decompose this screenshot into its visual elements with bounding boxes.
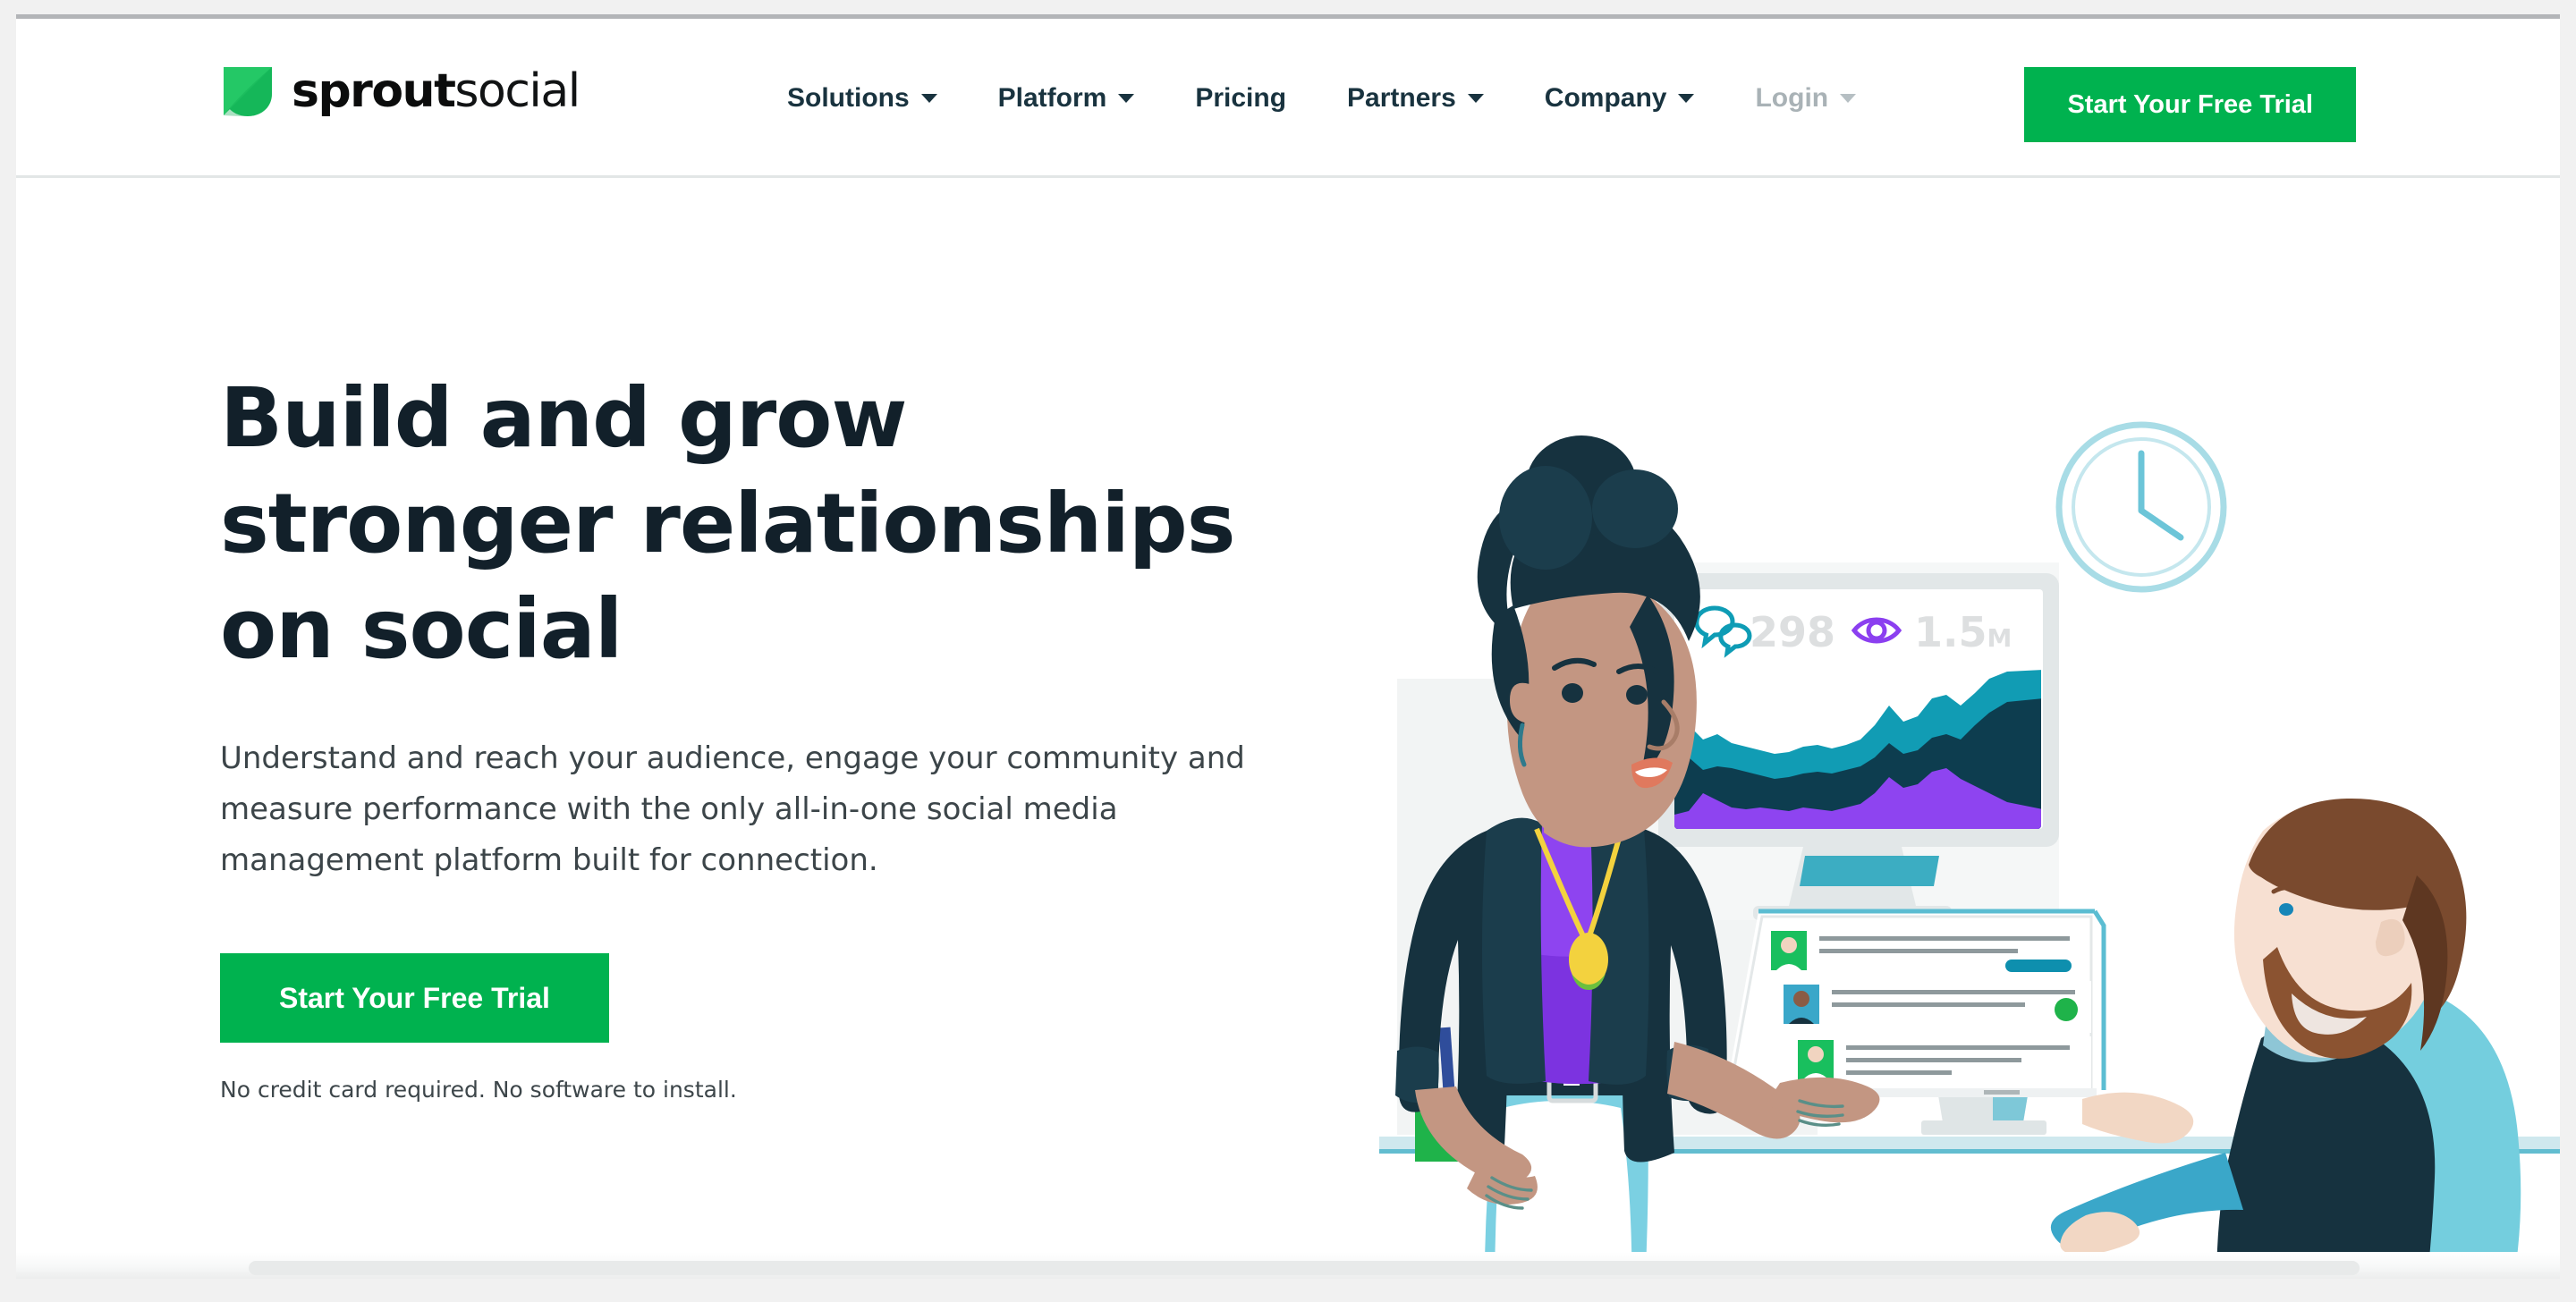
scrollbar-thumb[interactable] xyxy=(249,1261,2360,1275)
nav-item-company[interactable]: Company xyxy=(1514,83,1725,114)
hero-start-free-trial-button[interactable]: Start Your Free Trial xyxy=(220,952,609,1043)
hero-copy: Build and grow stronger relationships on… xyxy=(220,366,1293,1103)
chevron-down-icon xyxy=(1118,94,1135,103)
horizontal-scrollbar[interactable] xyxy=(16,1252,2560,1279)
hero-title-line-3: on social xyxy=(220,580,623,677)
brand-word-light: social xyxy=(454,64,580,118)
wall-clock-icon xyxy=(2055,421,2227,593)
nav-item-solutions[interactable]: Solutions xyxy=(757,83,968,114)
team-analytics-workspace-illustration: 298 1.5M xyxy=(1379,410,2560,1279)
nav-item-label: Solutions xyxy=(787,83,910,113)
hero-disclaimer: No credit card required. No software to … xyxy=(220,1076,737,1103)
brand-logo[interactable]: sproutsocial xyxy=(220,63,580,119)
chevron-down-icon xyxy=(1840,94,1857,103)
primary-nav: Solutions Platform Pricing Partners Comp… xyxy=(757,19,1886,178)
sprout-leaf-icon xyxy=(220,63,275,119)
nav-item-login[interactable]: Login xyxy=(1724,83,1886,114)
hero-title-line-1: Build and grow xyxy=(220,370,907,466)
site-header: sproutsocial Solutions Platform Pricing … xyxy=(16,19,2560,178)
chevron-down-icon xyxy=(1467,94,1484,103)
header-start-free-trial-button[interactable]: Start Your Free Trial xyxy=(2024,67,2356,142)
nav-item-partners[interactable]: Partners xyxy=(1317,83,1514,114)
browser-viewport: sproutsocial Solutions Platform Pricing … xyxy=(16,14,2560,1279)
metric-value-comments: 298 xyxy=(1750,608,1835,656)
nav-item-label: Platform xyxy=(997,83,1107,113)
hero-subtitle: Understand and reach your audience, enga… xyxy=(220,740,1245,879)
laptop-icon xyxy=(1726,909,2106,1097)
nav-item-label: Login xyxy=(1755,83,1829,113)
brand-word-bold: sprout xyxy=(292,64,456,118)
chevron-down-icon xyxy=(1678,94,1695,103)
page-title: Build and grow stronger relationships on… xyxy=(220,366,1293,681)
hero-title-line-2: stronger relationships xyxy=(220,475,1235,571)
nav-item-label: Company xyxy=(1544,83,1667,113)
nav-item-label: Partners xyxy=(1347,83,1456,113)
chevron-down-icon xyxy=(920,94,937,103)
man-at-desk-figure xyxy=(2050,798,2521,1279)
nav-item-pricing[interactable]: Pricing xyxy=(1165,83,1317,114)
hero-section: Build and grow stronger relationships on… xyxy=(16,178,2560,1279)
nav-item-label: Pricing xyxy=(1195,83,1287,113)
nav-item-platform[interactable]: Platform xyxy=(968,83,1165,114)
brand-wordmark: sproutsocial xyxy=(292,68,580,114)
